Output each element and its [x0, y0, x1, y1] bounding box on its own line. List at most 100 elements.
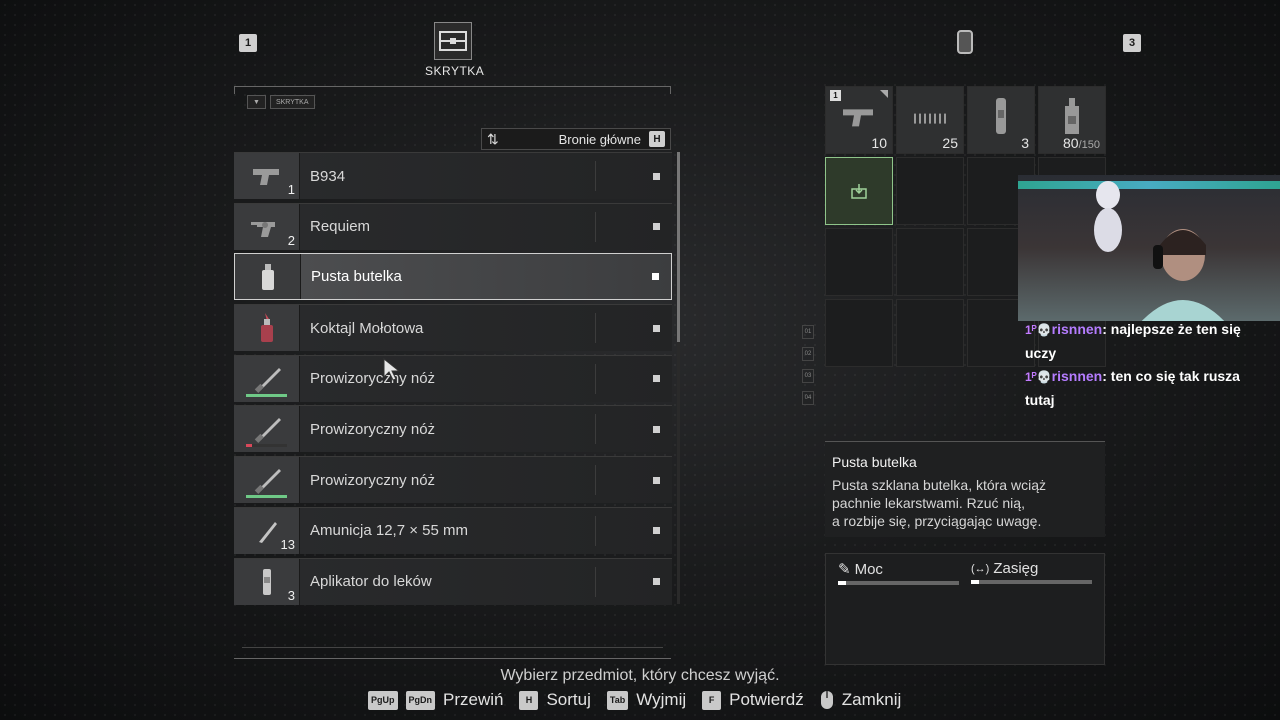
item-name: Prowizoryczny nóż [310, 420, 436, 438]
item-count: 13 [280, 536, 295, 552]
item-marker [653, 223, 660, 231]
scrollbar-thumb[interactable] [677, 152, 680, 342]
filter-chip[interactable]: SKRYTKA [269, 95, 315, 109]
inventory-slot-empty[interactable] [896, 157, 964, 225]
control-close[interactable]: Zamknij [820, 690, 901, 710]
chat-username: risnnen [1051, 321, 1103, 337]
led-strip [1018, 181, 1280, 189]
control-take-out[interactable]: Tab Wyjmij [606, 690, 687, 710]
durability-bar [246, 444, 287, 448]
sort-key: H [649, 131, 665, 147]
inventory-slot-empty[interactable] [896, 228, 964, 296]
list-item[interactable]: Koktajl Mołotowa [234, 304, 672, 352]
page-left-key[interactable]: 1 [239, 34, 257, 52]
item-separator [595, 465, 596, 496]
page-right-key[interactable]: 3 [1123, 34, 1141, 52]
item-separator [595, 414, 596, 445]
item-name: Koktajl Mołotowa [310, 319, 424, 337]
slot-qty: 3 [1021, 135, 1029, 151]
streamer-silhouette [1141, 229, 1225, 321]
inventory-slot[interactable]: 25 [896, 86, 964, 154]
equipped-marker [880, 90, 888, 98]
list-item[interactable]: 1 B934 [234, 152, 672, 199]
list-item[interactable]: Prowizoryczny nóż [234, 354, 672, 402]
inventory-slot-empty[interactable] [825, 228, 893, 296]
item-marker [653, 476, 660, 484]
frame-bottom-line [234, 658, 671, 659]
inventory-slot[interactable]: 1 10 [825, 86, 893, 154]
control-legend: PgUp PgDn Przewiń H Sortuj Tab Wyjmij F … [368, 690, 909, 710]
can-icon [1065, 98, 1079, 134]
item-count: 1 [287, 182, 295, 197]
control-label: Sortuj [546, 690, 591, 709]
frame-top-line [234, 86, 671, 87]
slot-tag: 1 [830, 90, 841, 101]
filter-icon[interactable]: ▼ [247, 95, 266, 109]
control-confirm[interactable]: F Potwierdź [702, 690, 804, 710]
slot-qty: 80/150 [1063, 135, 1100, 151]
webcam-overlay [1018, 175, 1280, 321]
item-name: B934 [310, 167, 346, 185]
list-item[interactable]: Prowizoryczny nóż [234, 405, 672, 453]
inventory-slot[interactable]: 80/150 [1038, 86, 1106, 154]
control-scroll[interactable]: PgUp PgDn Przewiń [368, 690, 503, 710]
control-label: Przewiń [443, 690, 504, 709]
injector-icon: 3 [234, 558, 300, 605]
frame-tick [234, 86, 235, 94]
stat-label: Moc [854, 560, 883, 578]
list-scrollbar[interactable] [677, 152, 680, 604]
stat-bar [838, 581, 959, 585]
item-stats-panel: ✎ Moc (↔) Zasięg [825, 553, 1105, 665]
mouse-cursor-icon [383, 357, 401, 387]
molotov-icon [234, 305, 300, 352]
item-name: Prowizoryczny nóż [310, 471, 436, 489]
list-item-selected[interactable]: Pusta butelka [234, 253, 672, 301]
revolver-icon: 2 [234, 203, 300, 250]
stash-box-icon [434, 22, 472, 60]
side-mark: 02 [802, 347, 814, 361]
control-label: Wyjmij [636, 690, 687, 709]
key-tab: Tab [606, 690, 629, 710]
item-separator [595, 313, 596, 344]
item-marker [653, 375, 660, 383]
stat-label: Zasięg [993, 560, 1039, 577]
side-mark: 01 [802, 325, 814, 339]
list-item[interactable]: 3 Aplikator do leków [234, 557, 672, 605]
chat-username: risnnen [1051, 368, 1103, 384]
item-name: Aplikator do leków [310, 573, 432, 590]
bullets-icon [914, 113, 946, 124]
stat-power: ✎ Moc [838, 560, 959, 585]
sort-selector[interactable]: ⇅ Bronie główne H [481, 128, 671, 150]
description-title: Pusta butelka [832, 454, 917, 470]
durability-bar [246, 393, 287, 397]
inventory-slot-empty[interactable] [825, 299, 893, 367]
sort-icon: ⇅ [487, 130, 499, 147]
item-marker [653, 324, 660, 332]
ammo-icon: 13 [234, 507, 300, 554]
stat-bar [971, 580, 1092, 584]
pistol-icon [843, 109, 873, 127]
item-count: 2 [287, 232, 295, 248]
list-item[interactable]: Prowizoryczny nóż [234, 456, 672, 504]
frame-tick [670, 86, 671, 94]
list-item[interactable]: 13 Amunicja 12,7 × 55 mm [234, 506, 672, 554]
chat-message: 1ᴾ💀risnnen: ten co się tak rusza tutaj [1025, 368, 1240, 408]
item-name: Pusta butelka [311, 268, 402, 286]
filter-bar[interactable]: ▼ SKRYTKA [247, 95, 315, 109]
item-separator [595, 566, 596, 597]
description-text: Pusta szklana butelka, która wciąż pachn… [832, 477, 1046, 529]
inventory-slot-empty[interactable] [896, 299, 964, 367]
tab-stash[interactable]: SKRYTKA [425, 22, 484, 78]
inventory-slot-drop-target[interactable] [825, 157, 893, 225]
slot-qty: 25 [942, 135, 958, 151]
control-sort[interactable]: H Sortuj [519, 690, 591, 710]
sort-label: Bronie główne [558, 131, 641, 147]
item-separator [595, 363, 596, 394]
inventory-slot[interactable]: 3 [967, 86, 1035, 154]
mouse-icon [820, 691, 833, 709]
item-count: 3 [287, 587, 295, 603]
inventory-pouch-icon[interactable] [957, 30, 973, 54]
list-item[interactable]: 2 Requiem [234, 202, 672, 250]
item-description-panel: Pusta butelka Pusta szklana butelka, któ… [825, 441, 1105, 537]
bottle-icon [235, 254, 301, 300]
